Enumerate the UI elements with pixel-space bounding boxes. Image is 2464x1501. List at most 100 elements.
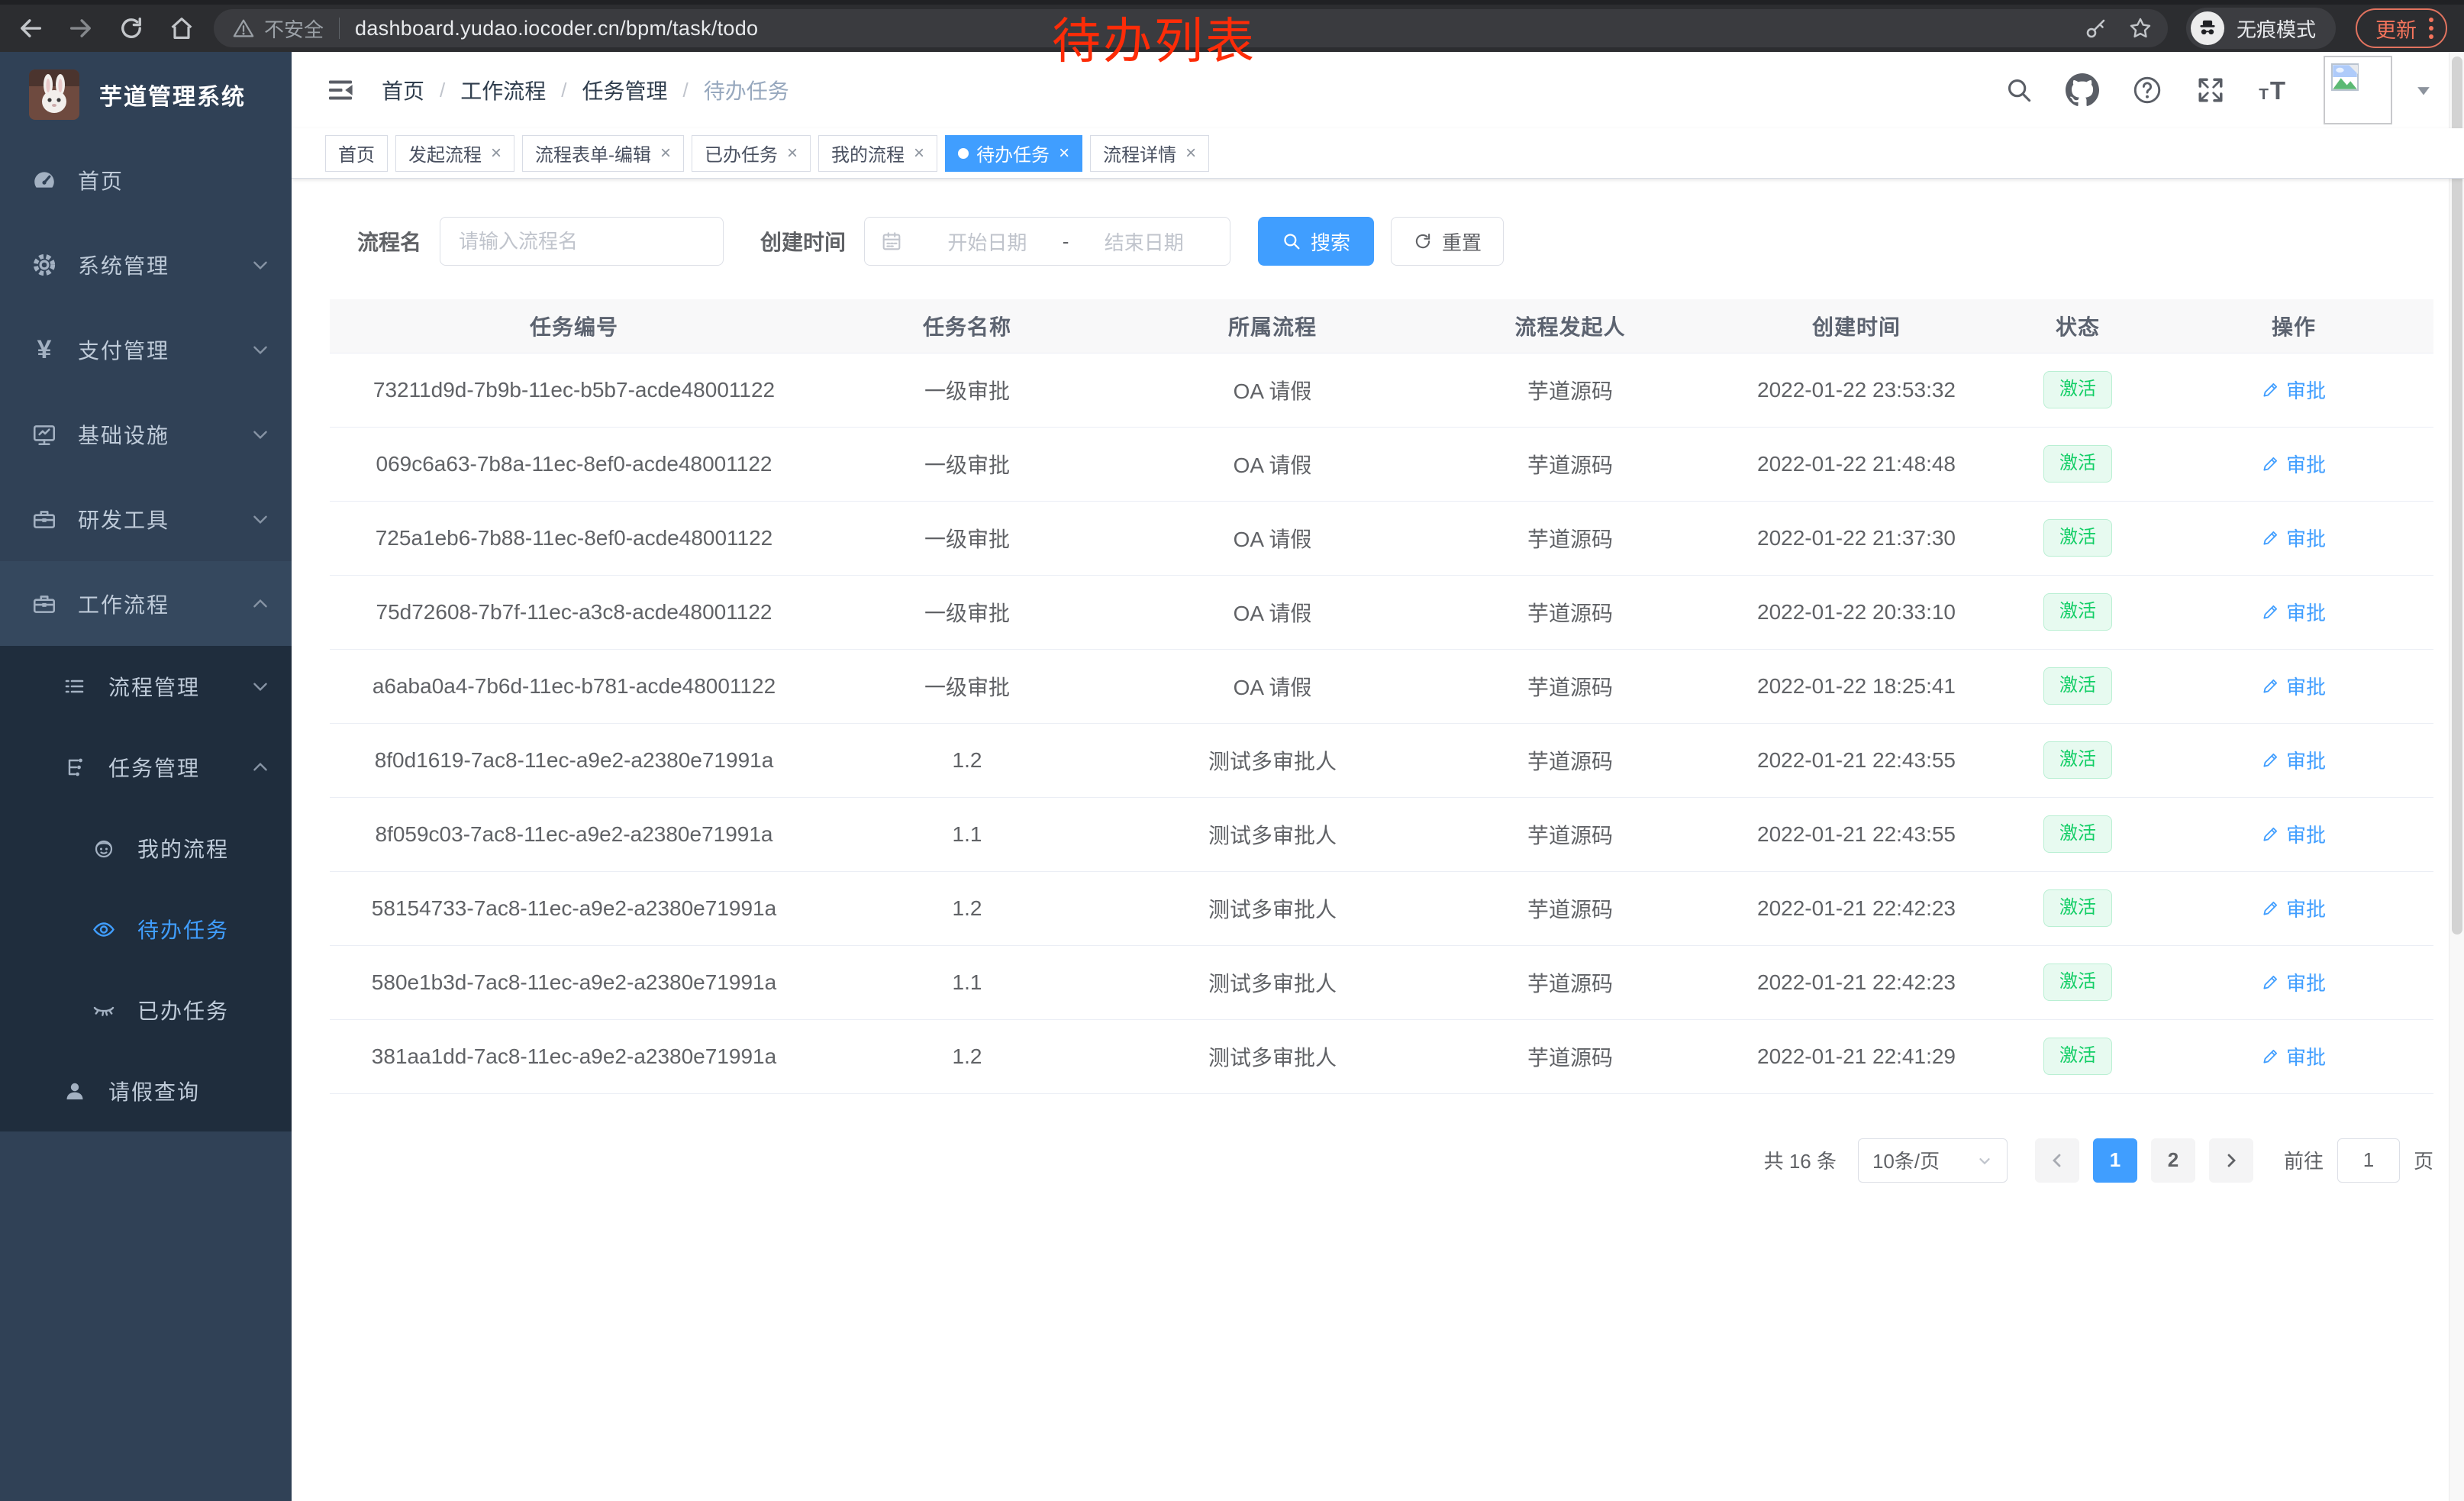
github-icon[interactable] <box>2066 73 2099 107</box>
tab-close-icon[interactable]: × <box>491 144 502 163</box>
tab-form-edit[interactable]: 流程表单-编辑 × <box>522 135 684 172</box>
app-logo-row[interactable]: 芋道管理系统 <box>0 52 292 137</box>
refresh-icon <box>1413 231 1433 251</box>
navbar-actions: TT <box>2004 56 2433 124</box>
task-table: 任务编号 任务名称 所属流程 流程发起人 创建时间 状态 操作 73211d9d… <box>330 299 2433 1094</box>
goto-label: 前往 <box>2284 1146 2324 1174</box>
tab-process-detail[interactable]: 流程详情 × <box>1090 135 1209 172</box>
page-size-select[interactable]: 10条/页 <box>1858 1138 2008 1183</box>
approve-link[interactable]: 审批 <box>2262 376 2326 404</box>
approve-link[interactable]: 审批 <box>2262 820 2326 848</box>
tab-close-icon[interactable]: × <box>1185 144 1196 163</box>
tab-close-icon[interactable]: × <box>914 144 924 163</box>
sidebar-item-label: 系统管理 <box>78 250 169 280</box>
process-name: OA 请假 <box>1116 649 1429 723</box>
approve-link[interactable]: 审批 <box>2262 968 2326 996</box>
date-range-picker[interactable]: 开始日期 - 结束日期 <box>864 217 1230 266</box>
table-row: 8f059c03-7ac8-11ec-a9e2-a2380e71991a 1.1… <box>330 797 2433 871</box>
tab-todo-tasks[interactable]: 待办任务 × <box>945 135 1082 172</box>
browser-update-button[interactable]: 更新 <box>2356 8 2447 48</box>
sidebar-item-label: 已办任务 <box>137 995 229 1025</box>
page-button-2[interactable]: 2 <box>2151 1138 2195 1183</box>
tab-start-process[interactable]: 发起流程 × <box>395 135 514 172</box>
help-icon[interactable] <box>2131 74 2163 106</box>
process-starter: 芋道源码 <box>1429 945 1711 1019</box>
breadcrumb: 首页 / 工作流程 / 任务管理 / 待办任务 <box>382 75 789 105</box>
sidebar-item-done-tasks[interactable]: 已办任务 <box>0 970 292 1051</box>
column-header: 状态 <box>2001 299 2154 353</box>
approve-link[interactable]: 审批 <box>2262 1042 2326 1070</box>
prev-page-icon[interactable] <box>2035 1138 2079 1183</box>
pagination: 共 16 条 10条/页 1 2 前往 页 <box>292 1138 2433 1183</box>
search-button[interactable]: 搜索 <box>1258 217 1374 266</box>
create-time: 2022-01-22 23:53:32 <box>1711 353 2001 427</box>
tab-close-icon[interactable]: × <box>1059 144 1069 163</box>
process-name: 测试多审批人 <box>1116 797 1429 871</box>
approve-link[interactable]: 审批 <box>2262 894 2326 922</box>
font-size-icon[interactable]: TT <box>2258 75 2291 105</box>
fullscreen-icon[interactable] <box>2195 75 2226 105</box>
tab-my-process[interactable]: 我的流程 × <box>818 135 937 172</box>
sidebar-item-label: 任务管理 <box>108 752 200 783</box>
search-icon[interactable] <box>2004 76 2033 105</box>
sidebar-item-todo-tasks[interactable]: 待办任务 <box>0 889 292 970</box>
breadcrumb-item[interactable]: 工作流程 <box>460 75 546 105</box>
chevron-up-icon <box>250 594 270 614</box>
status-badge: 激活 <box>2043 593 2112 631</box>
sidebar-item-leave-query[interactable]: 请假查询 <box>0 1051 292 1131</box>
process-name-input[interactable] <box>440 217 724 266</box>
approve-label: 审批 <box>2286 524 2326 552</box>
sidebar-item-infrastructure[interactable]: 基础设施 <box>0 392 292 476</box>
edit-pencil-icon <box>2262 899 2280 917</box>
sidebar-item-payment[interactable]: ¥ 支付管理 <box>0 307 292 392</box>
approve-link[interactable]: 审批 <box>2262 672 2326 700</box>
task-id: 73211d9d-7b9b-11ec-b5b7-acde48001122 <box>330 353 818 427</box>
create-time-label: 创建时间 <box>760 226 846 257</box>
tab-close-icon[interactable]: × <box>787 144 798 163</box>
approve-link[interactable]: 审批 <box>2262 524 2326 552</box>
task-id: 381aa1dd-7ac8-11ec-a9e2-a2380e71991a <box>330 1019 818 1093</box>
avatar[interactable] <box>2324 56 2392 124</box>
omnibox-divider <box>339 18 340 39</box>
sidebar-item-dev-tools[interactable]: 研发工具 <box>0 476 292 561</box>
breadcrumb-separator: / <box>440 79 445 102</box>
user-menu-caret-icon[interactable] <box>2414 80 2433 100</box>
page-button-1[interactable]: 1 <box>2093 1138 2137 1183</box>
browser-reload-icon[interactable] <box>113 10 150 47</box>
sidebar-item-my-process[interactable]: 我的流程 <box>0 808 292 889</box>
incognito-badge: 无痕模式 <box>2186 8 2336 49</box>
breadcrumb-item[interactable]: 首页 <box>382 75 424 105</box>
tags-view-bar: 首页 发起流程 × 流程表单-编辑 × 已办任务 × 我的流程 × 待办任务 ×… <box>292 128 2464 179</box>
next-page-icon[interactable] <box>2209 1138 2253 1183</box>
browser-forward-icon[interactable] <box>63 10 99 47</box>
annotation-overlay-text: 待办列表 <box>1052 12 1256 71</box>
task-name: 1.1 <box>818 945 1116 1019</box>
breadcrumb-item[interactable]: 任务管理 <box>582 75 668 105</box>
sidebar-item-system[interactable]: 系统管理 <box>0 222 292 307</box>
password-key-icon[interactable] <box>2084 16 2108 40</box>
sidebar-item-workflow[interactable]: 工作流程 <box>0 561 292 646</box>
table-row: a6aba0a4-7b6d-11ec-b781-acde48001122 一级审… <box>330 649 2433 723</box>
approve-link[interactable]: 审批 <box>2262 450 2326 478</box>
tab-home[interactable]: 首页 <box>325 135 388 172</box>
process-name: 测试多审批人 <box>1116 871 1429 945</box>
approve-link[interactable]: 审批 <box>2262 746 2326 774</box>
breadcrumb-item-current: 待办任务 <box>704 75 789 105</box>
process-starter: 芋道源码 <box>1429 649 1711 723</box>
browser-back-icon[interactable] <box>12 10 49 47</box>
sidebar-collapse-icon[interactable] <box>325 75 356 105</box>
goto-page-input[interactable] <box>2337 1138 2400 1183</box>
approve-link[interactable]: 审批 <box>2262 598 2326 626</box>
sidebar-item-process-management[interactable]: 流程管理 <box>0 646 292 727</box>
scrollbar-thumb[interactable] <box>2452 56 2462 934</box>
browser-home-icon[interactable] <box>163 10 200 47</box>
tab-close-icon[interactable]: × <box>660 144 671 163</box>
sidebar-item-task-management[interactable]: 任务管理 <box>0 727 292 808</box>
task-id: 8f0d1619-7ac8-11ec-a9e2-a2380e71991a <box>330 723 818 797</box>
incognito-label: 无痕模式 <box>2237 15 2316 43</box>
sidebar-item-home[interactable]: 首页 <box>0 137 292 222</box>
reset-button[interactable]: 重置 <box>1391 217 1504 266</box>
tab-done-tasks[interactable]: 已办任务 × <box>692 135 811 172</box>
page-scrollbar[interactable] <box>2449 52 2464 1501</box>
bookmark-star-icon[interactable] <box>2128 16 2153 40</box>
